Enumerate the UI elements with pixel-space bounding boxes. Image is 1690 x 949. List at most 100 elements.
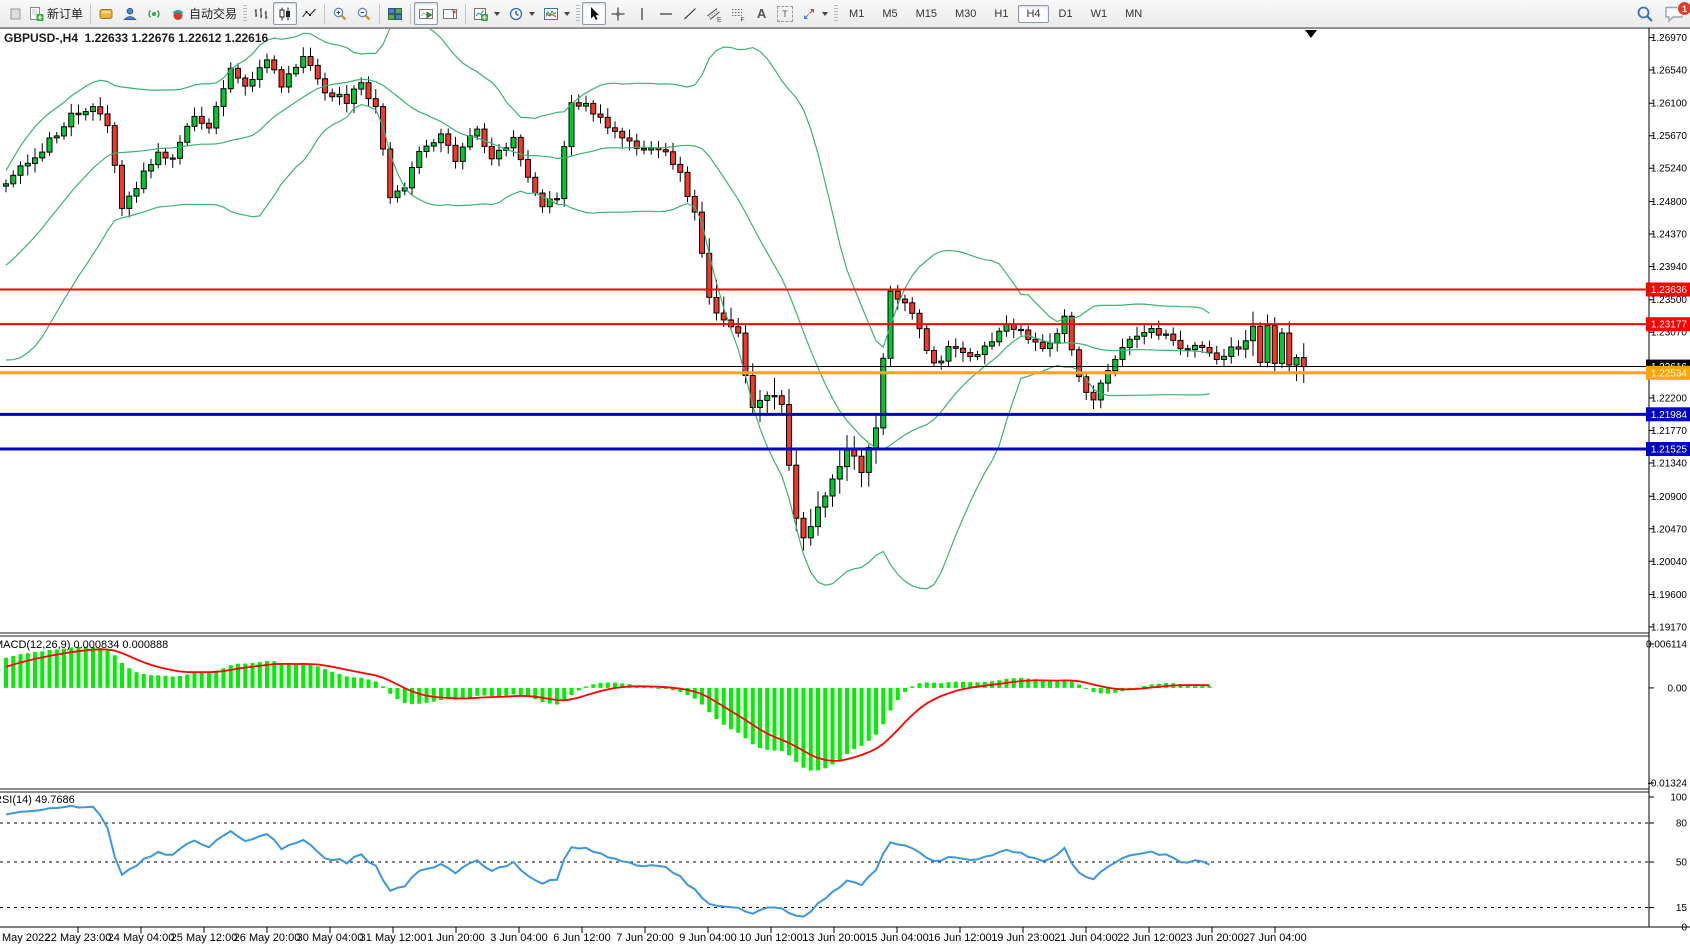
bull-candle <box>69 113 74 127</box>
bull-candle <box>1048 343 1053 349</box>
timeframe-w1[interactable]: W1 <box>1083 5 1116 23</box>
bear-candle <box>1019 329 1024 330</box>
autotrading-button[interactable]: 自动交易 <box>166 2 241 25</box>
cursor-tool-button[interactable] <box>582 2 606 25</box>
chevron-down-icon <box>529 12 535 16</box>
axis-tick-label: 1.26100 <box>1651 99 1688 110</box>
trendline-tool-button[interactable] <box>678 2 702 25</box>
bear-candle <box>1026 330 1031 339</box>
bull-candle <box>214 106 219 128</box>
bull-candle <box>395 191 400 198</box>
line-chart-button[interactable] <box>297 2 321 25</box>
arrows-tool-button[interactable] <box>797 2 832 25</box>
bull-candle <box>1164 334 1169 335</box>
bear-candle <box>1200 345 1205 347</box>
crosshair-icon <box>610 6 626 22</box>
bull-candle <box>569 103 574 147</box>
profile-button[interactable] <box>118 2 142 25</box>
axis-tick-label: 1.20900 <box>1651 492 1688 503</box>
time-tick-label: 30 May 04:00 <box>297 932 364 944</box>
macd-histogram-bar <box>780 688 784 751</box>
svg-text:E: E <box>717 16 722 22</box>
timeframe-m5[interactable]: M5 <box>874 5 905 23</box>
macd-histogram-bar <box>504 688 508 696</box>
macd-histogram-bar <box>388 688 392 694</box>
search-button[interactable] <box>1631 2 1659 25</box>
timeframe-m30[interactable]: M30 <box>947 5 984 23</box>
macd-histogram-bar <box>294 664 298 688</box>
bull-candle <box>1294 358 1299 365</box>
trendline-icon <box>682 6 698 22</box>
bull-candle <box>47 138 52 152</box>
bear-candle <box>859 456 864 472</box>
macd-histogram-bar <box>69 647 73 688</box>
chart-canvas[interactable]: 1.269701.265401.261001.256701.252401.248… <box>0 0 1690 949</box>
macd-histogram-bar <box>338 674 342 688</box>
tile-windows-button[interactable] <box>383 2 407 25</box>
bear-candle <box>605 117 610 128</box>
bear-candle <box>1258 326 1263 362</box>
timeframe-h4[interactable]: H4 <box>1018 5 1048 23</box>
bull-candle <box>1098 383 1103 400</box>
axis-tick-label: 1.20040 <box>1651 557 1688 568</box>
timeframe-group: M1M5M15M30H1H4D1W1MN <box>840 5 1151 23</box>
horizontal-line-tool-button[interactable] <box>654 2 678 25</box>
zoom-in-button[interactable] <box>328 2 352 25</box>
line-chart-icon <box>301 6 317 22</box>
chart-shift-button[interactable] <box>438 2 462 25</box>
vertical-line-tool-button[interactable] <box>630 2 654 25</box>
macd-histogram-bar <box>729 688 733 729</box>
macd-histogram-bar <box>548 688 552 704</box>
bear-candle <box>613 128 618 132</box>
axis-tick-label: 1.23940 <box>1651 262 1688 273</box>
bear-candle <box>170 158 175 159</box>
time-tick-label: May 2022 <box>2 932 50 944</box>
timeframe-h1[interactable]: H1 <box>986 5 1016 23</box>
macd-histogram-bar <box>475 688 479 696</box>
bull-candle <box>359 83 364 89</box>
text-label-tool-button[interactable]: T <box>773 2 797 25</box>
bull-candle <box>975 355 980 357</box>
crosshair-tool-button[interactable] <box>606 2 630 25</box>
auto-scroll-button[interactable] <box>414 2 438 25</box>
periods-button[interactable] <box>504 2 539 25</box>
axis-tick-label: 0.006114 <box>1646 640 1687 651</box>
notifications-button[interactable]: 1 <box>1659 2 1689 25</box>
macd-histogram-bar <box>947 682 951 688</box>
channel-tool-button[interactable]: E <box>702 2 726 25</box>
fibonacci-tool-button[interactable]: F <box>726 2 750 25</box>
bear-candle <box>98 107 103 114</box>
bull-candle <box>1251 326 1256 340</box>
new-chart-button[interactable] <box>469 2 504 25</box>
timeframe-mn[interactable]: MN <box>1117 5 1150 23</box>
bull-candle <box>127 196 132 208</box>
bar-chart-button[interactable] <box>249 2 273 25</box>
signals-button[interactable] <box>142 2 166 25</box>
macd-histogram-bar <box>903 688 907 692</box>
text-tool-button[interactable]: A <box>750 2 773 25</box>
indicators-button[interactable] <box>539 2 574 25</box>
bull-candle <box>1120 348 1125 360</box>
bear-candle <box>598 114 603 117</box>
macd-histogram-bar <box>765 688 769 750</box>
market-watch-button[interactable] <box>94 2 118 25</box>
candlestick-chart-button[interactable] <box>273 2 297 25</box>
bear-candle <box>1287 333 1292 365</box>
bull-candle <box>845 448 850 467</box>
macd-histogram-bar <box>657 688 661 689</box>
bear-candle <box>373 99 378 107</box>
zoom-out-button[interactable] <box>352 2 376 25</box>
bull-candle <box>511 137 516 147</box>
clipped-toolbar-button[interactable] <box>1 2 24 25</box>
new-order-button[interactable]: 新订单 <box>24 2 87 25</box>
timeframe-m1[interactable]: M1 <box>841 5 872 23</box>
bear-candle <box>388 149 393 198</box>
time-tick-label: 27 Jun 04:00 <box>1243 932 1307 944</box>
macd-histogram-bar <box>135 672 139 688</box>
timeframe-m15[interactable]: M15 <box>908 5 945 23</box>
macd-histogram-bar <box>918 683 922 688</box>
horizontal-line-icon <box>658 6 674 22</box>
vertical-line-icon <box>634 6 650 22</box>
bull-candle <box>1243 341 1248 349</box>
timeframe-d1[interactable]: D1 <box>1051 5 1081 23</box>
